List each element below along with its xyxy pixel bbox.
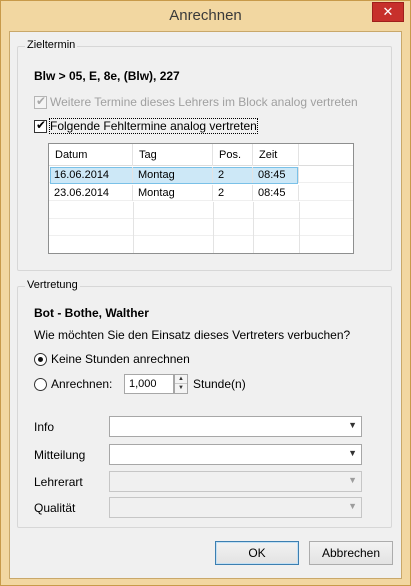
lesson-title: Blw > 05, E, 8e, (Blw), 227 bbox=[34, 69, 180, 83]
cell-pos: 2 bbox=[213, 167, 253, 183]
check-icon: ✔ bbox=[36, 94, 47, 108]
cell-tag: Montag bbox=[133, 185, 213, 201]
chevron-down-icon[interactable]: ▼ bbox=[348, 501, 357, 511]
lehrerart-label: Lehrerart bbox=[34, 475, 83, 489]
abbrechen-button[interactable]: Abbrechen bbox=[309, 541, 393, 565]
ok-button[interactable]: OK bbox=[215, 541, 299, 565]
check-icon: ✔ bbox=[36, 118, 47, 132]
hours-spinner[interactable]: ▲ ▼ bbox=[174, 374, 188, 394]
table-row[interactable]: 23.06.2014 Montag 2 08:45 bbox=[49, 185, 353, 201]
cell-pos: 2 bbox=[213, 185, 253, 201]
keine-stunden-label: Keine Stunden anrechnen bbox=[51, 352, 190, 366]
table-header: Datum Tag Pos. Zeit bbox=[49, 144, 353, 166]
table-row-empty bbox=[49, 203, 353, 219]
mitteilung-label: Mitteilung bbox=[34, 448, 86, 462]
dialog-body: Zieltermin Blw > 05, E, 8e, (Blw), 227 ✔… bbox=[9, 31, 402, 579]
lehrerart-combobox[interactable]: ▼ bbox=[109, 471, 362, 492]
column-header-datum[interactable]: Datum bbox=[49, 144, 133, 166]
chevron-down-icon[interactable]: ▼ bbox=[348, 420, 357, 430]
folgende-fehltermine-label: Folgende Fehltermine analog vertreten bbox=[49, 118, 258, 134]
info-label: Info bbox=[34, 420, 55, 434]
hours-unit-label: Stunde(n) bbox=[193, 377, 246, 391]
cell-zeit: 08:45 bbox=[253, 167, 299, 183]
cell-tag: Montag bbox=[133, 167, 213, 183]
info-combobox[interactable]: ▼ bbox=[109, 416, 362, 437]
keine-stunden-radio[interactable] bbox=[34, 353, 47, 366]
zieltermin-group-label: Zieltermin bbox=[25, 39, 78, 51]
chevron-down-icon[interactable]: ▼ bbox=[348, 475, 357, 485]
weitere-termine-checkbox[interactable]: ✔ bbox=[34, 94, 47, 109]
cell-zeit: 08:45 bbox=[253, 185, 299, 201]
hours-input[interactable]: 1,000 bbox=[124, 374, 174, 394]
column-header-pos[interactable]: Pos. bbox=[213, 144, 253, 166]
table-row[interactable]: 16.06.2014 Montag 2 08:45 bbox=[49, 167, 353, 184]
fehltermine-table[interactable]: Datum Tag Pos. Zeit 16.06.2014 Montag 2 … bbox=[48, 143, 354, 254]
spin-up-icon[interactable]: ▲ bbox=[175, 375, 187, 384]
weitere-termine-label: Weitere Termine dieses Lehrers im Block … bbox=[50, 95, 358, 109]
chevron-down-icon[interactable]: ▼ bbox=[348, 448, 357, 458]
dialog-title: Anrechnen bbox=[169, 7, 242, 24]
close-icon: ✕ bbox=[382, 4, 394, 19]
vertretung-group-label: Vertretung bbox=[25, 279, 80, 291]
spin-down-icon[interactable]: ▼ bbox=[175, 384, 187, 393]
vertretung-group: Vertretung Bot - Bothe, Walther Wie möch… bbox=[17, 279, 392, 528]
close-button[interactable]: ✕ bbox=[372, 2, 404, 22]
qualitaet-label: Qualität bbox=[34, 501, 76, 515]
dialog-window: Anrechnen ✕ Zieltermin Blw > 05, E, 8e, … bbox=[0, 0, 411, 586]
anrechnen-label: Anrechnen: bbox=[51, 377, 113, 391]
zieltermin-group: Zieltermin Blw > 05, E, 8e, (Blw), 227 ✔… bbox=[17, 39, 392, 271]
qualitaet-combobox[interactable]: ▼ bbox=[109, 497, 362, 518]
booking-question: Wie möchten Sie den Einsatz dieses Vertr… bbox=[34, 328, 351, 342]
column-header-zeit[interactable]: Zeit bbox=[253, 144, 299, 166]
substitute-teacher-name: Bot - Bothe, Walther bbox=[34, 306, 149, 320]
table-row-empty bbox=[49, 220, 353, 236]
folgende-fehltermine-checkbox[interactable]: ✔ bbox=[34, 118, 47, 133]
column-header-tag[interactable]: Tag bbox=[133, 144, 213, 166]
mitteilung-combobox[interactable]: ▼ bbox=[109, 444, 362, 465]
title-bar[interactable]: Anrechnen ✕ bbox=[1, 1, 410, 31]
cell-datum: 16.06.2014 bbox=[49, 167, 133, 183]
anrechnen-radio[interactable] bbox=[34, 378, 47, 391]
cell-datum: 23.06.2014 bbox=[49, 185, 133, 201]
radio-selected-dot bbox=[38, 357, 43, 362]
